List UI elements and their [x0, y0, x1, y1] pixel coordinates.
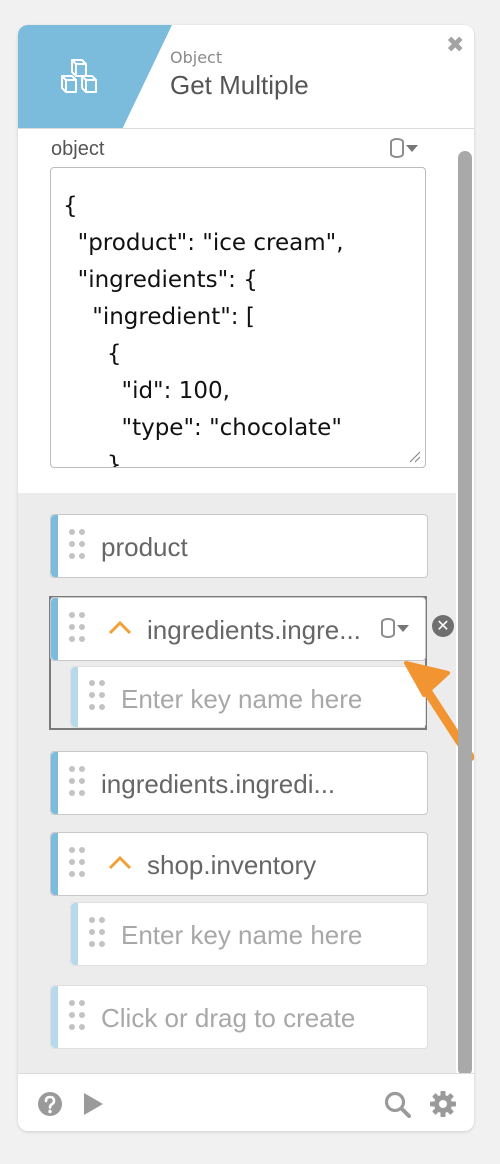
panel-footer — [18, 1074, 474, 1131]
child-key-input[interactable]: Enter key name here — [70, 666, 426, 728]
object-json-textarea[interactable]: { "product": "ice cream", "ingredients":… — [50, 167, 426, 468]
drag-handle-icon[interactable] — [89, 680, 107, 716]
chevron-up-icon[interactable] — [107, 852, 133, 872]
row-accent — [51, 986, 58, 1048]
row-accent — [51, 598, 58, 660]
caret-down-icon — [406, 144, 418, 152]
header-divider — [18, 128, 474, 129]
drag-handle-icon[interactable] — [69, 766, 87, 802]
key-label: ingredients.ingredi... — [101, 769, 336, 799]
resize-grip-icon[interactable] — [409, 451, 421, 463]
remove-key-button[interactable]: ✕ — [432, 615, 454, 637]
object-source-menu[interactable] — [390, 138, 418, 158]
key-row-ingredients-ingredient-2[interactable]: ingredients.ingredi... — [50, 751, 428, 815]
play-icon[interactable] — [81, 1091, 105, 1117]
row-accent — [71, 903, 78, 965]
vertical-scrollbar[interactable] — [458, 151, 472, 1076]
gear-icon[interactable] — [429, 1090, 457, 1118]
key-source-menu[interactable] — [381, 618, 409, 638]
key-row-shop-inventory[interactable]: shop.inventory — [50, 832, 428, 896]
key-label: shop.inventory — [147, 850, 317, 880]
database-icon — [381, 618, 395, 638]
drag-handle-icon[interactable] — [89, 917, 107, 953]
drag-handle-icon[interactable] — [69, 1000, 87, 1036]
panel-header: Object Get Multiple ✖ — [18, 25, 474, 128]
key-row-ingredients-ingredient[interactable]: ingredients.ingre... — [50, 597, 426, 661]
create-key-row[interactable]: Click or drag to create — [50, 985, 428, 1049]
child-key-input[interactable]: Enter key name here — [70, 902, 428, 966]
key-row-product[interactable]: product — [50, 514, 428, 578]
drag-handle-icon[interactable] — [69, 612, 87, 648]
key-input-placeholder: Enter key name here — [121, 684, 363, 714]
caret-down-icon — [397, 624, 409, 632]
create-placeholder: Click or drag to create — [101, 1003, 356, 1033]
chevron-up-icon[interactable] — [107, 617, 133, 637]
key-label: product — [101, 532, 188, 562]
object-json-value[interactable]: { "product": "ice cream", "ingredients":… — [51, 168, 425, 467]
database-icon — [390, 138, 404, 158]
get-multiple-panel: Object Get Multiple ✖ object { "product"… — [18, 25, 474, 1131]
search-icon[interactable] — [384, 1091, 412, 1119]
row-accent — [51, 752, 58, 814]
header-icon-box — [18, 25, 172, 128]
cubes-icon — [61, 59, 97, 93]
close-icon[interactable]: ✖ — [446, 33, 464, 58]
header-subtitle: Object — [170, 48, 223, 67]
help-icon[interactable] — [37, 1091, 63, 1117]
header-title: Get Multiple — [170, 70, 309, 100]
row-accent — [51, 515, 58, 577]
row-accent — [51, 833, 58, 895]
drag-handle-icon[interactable] — [69, 847, 87, 883]
row-accent — [71, 667, 78, 727]
key-label: ingredients.ingre... — [147, 615, 361, 645]
key-input-placeholder: Enter key name here — [121, 920, 363, 950]
drag-handle-icon[interactable] — [69, 529, 87, 565]
object-label: object — [51, 138, 105, 160]
